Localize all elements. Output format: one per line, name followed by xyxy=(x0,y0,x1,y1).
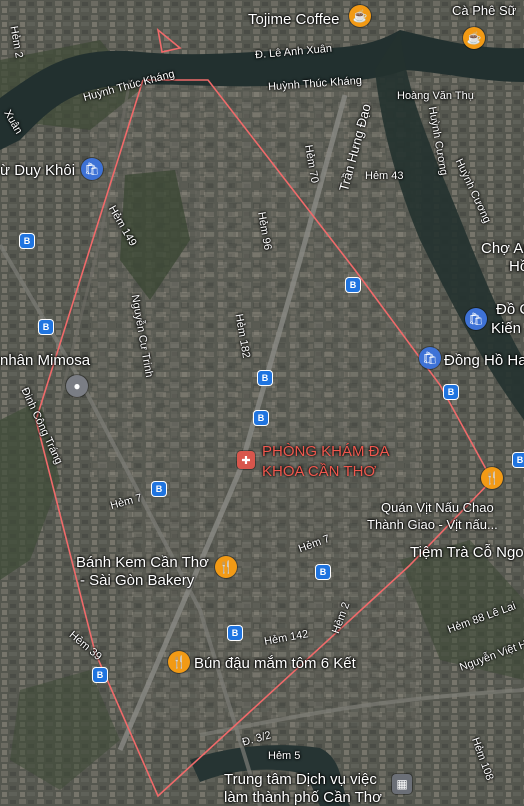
fork-knife-icon[interactable]: 🍴 xyxy=(215,556,237,578)
bus-stop-icon[interactable]: B xyxy=(316,565,330,579)
bus-stop-icon[interactable]: B xyxy=(20,234,34,248)
caphe-su-label[interactable]: Cà Phê Sữ xyxy=(452,3,516,18)
quan-vit-label-2[interactable]: Thành Giao - Vịt nấu... xyxy=(367,517,498,532)
clinic-label-2[interactable]: KHOA CẦN THƠ xyxy=(262,463,376,480)
quan-vit-label-1[interactable]: Quán Vịt Nấu Chao xyxy=(381,500,494,515)
clinic-label-1[interactable]: PHÒNG KHÁM ĐA xyxy=(262,443,390,460)
fork-knife-icon[interactable]: 🍴 xyxy=(481,467,503,489)
tu-duy-khoi-label[interactable]: ừ Duy Khôi xyxy=(0,162,75,179)
coffee-cup-icon[interactable]: ☕ xyxy=(463,27,485,49)
bakery-label-1[interactable]: Bánh Kem Cần Thơ xyxy=(76,554,209,571)
bus-stop-icon[interactable]: B xyxy=(346,278,360,292)
bun-dau-label[interactable]: Bún đậu mắm tôm 6 Kết xyxy=(194,655,356,672)
kien-label: Kiến xyxy=(491,320,522,337)
shopping-bag-icon[interactable]: 🛍 xyxy=(419,347,441,369)
bus-stop-icon[interactable]: B xyxy=(93,668,107,682)
bus-stop-icon[interactable]: B xyxy=(254,411,268,425)
ho-label: Hồ xyxy=(509,258,524,275)
bus-stop-icon[interactable]: B xyxy=(152,482,166,496)
shopping-bag-icon[interactable]: 🛍 xyxy=(81,158,103,180)
hem-43-label: Hẻm 43 xyxy=(365,170,404,182)
hoang-van-thu-label: Hoàng Văn Thụ xyxy=(397,90,474,102)
bus-stop-icon[interactable]: B xyxy=(39,320,53,334)
satellite-base xyxy=(0,0,524,806)
trung-tam-label-1[interactable]: Trung tâm Dịch vụ việc xyxy=(224,771,377,788)
tiem-tra-label[interactable]: Tiệm Trà Cỗ Ngo xyxy=(410,544,524,561)
building-icon[interactable]: ▦ xyxy=(392,774,412,794)
do-c-label[interactable]: Đồ C xyxy=(496,301,524,318)
bus-stop-icon[interactable]: B xyxy=(513,453,524,467)
map-canvas[interactable]: ☕ Tojime Coffee ☕ Cà Phê Sữ Đ. Lê Anh Xu… xyxy=(0,0,524,806)
coffee-cup-icon[interactable]: ☕ xyxy=(349,5,371,27)
hem-5-label: Hẻm 5 xyxy=(268,750,301,762)
hospital-icon[interactable]: ✚ xyxy=(237,451,255,469)
bakery-label-2[interactable]: - Sài Gòn Bakery xyxy=(80,572,194,589)
trung-tam-label-2[interactable]: làm thành phố Cần Thơ xyxy=(224,789,382,806)
dong-ho-label[interactable]: Đồng Hồ Ha xyxy=(444,352,524,369)
cho-an-label[interactable]: Chợ An xyxy=(481,240,524,257)
bus-stop-icon[interactable]: B xyxy=(258,371,272,385)
bus-stop-icon[interactable]: B xyxy=(444,385,458,399)
mimosa-label[interactable]: nhân Mimosa xyxy=(0,352,90,369)
fork-knife-icon[interactable]: 🍴 xyxy=(168,651,190,673)
bus-stop-icon[interactable]: B xyxy=(228,626,242,640)
shopping-bag-icon[interactable]: 🛍 xyxy=(465,308,487,330)
location-pin-icon[interactable]: ● xyxy=(66,375,88,397)
tojime-coffee-label[interactable]: Tojime Coffee xyxy=(248,11,339,28)
